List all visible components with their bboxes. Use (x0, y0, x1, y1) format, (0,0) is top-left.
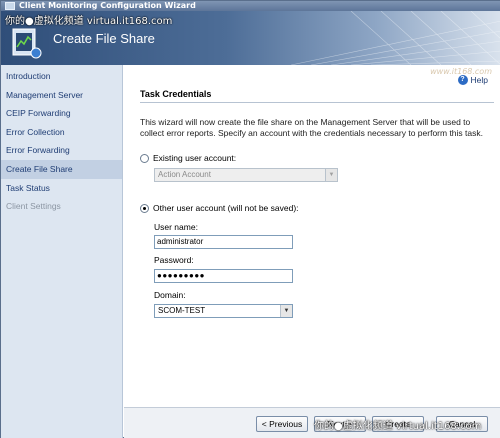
nav-item-error-collection[interactable]: Error Collection (1, 123, 122, 142)
header-grid-decoration (291, 11, 500, 65)
nav-item-introduction[interactable]: Introduction (1, 67, 122, 86)
password-input[interactable]: ●●●●●●●●● (154, 269, 293, 283)
nav-item-task-status[interactable]: Task Status (1, 179, 122, 198)
help-icon: ? (457, 75, 468, 85)
existing-account-radio[interactable]: Existing user account: (140, 153, 236, 163)
main-panel: www.it168.com ? Help Task Credentials Th… (124, 65, 500, 407)
existing-account-label: Existing user account: (153, 153, 237, 163)
help-link[interactable]: ? Help (457, 75, 488, 85)
domain-dropdown[interactable]: SCOM-TEST ▼ (154, 304, 293, 318)
section-title: Task Credentials (140, 89, 212, 99)
username-label: User name: (154, 222, 198, 232)
existing-account-dropdown: Action Account ▼ (154, 168, 338, 182)
domain-label: Domain: (154, 290, 186, 300)
existing-account-value: Action Account (158, 170, 211, 179)
page-title: Create File Share (53, 31, 155, 46)
monitor-chart-icon (12, 28, 42, 59)
watermark-text: 你的●虚拟化频道 virtual.it168.com (5, 16, 173, 27)
radio-button-checked[interactable] (140, 203, 149, 213)
section-divider (140, 102, 494, 103)
other-account-label: Other user account (will not be saved): (153, 203, 299, 213)
wizard-steps-nav: Introduction Management Server CEIP Forw… (1, 65, 123, 438)
watermark-text-bottom: 你的●虚拟化频道 virtual.it168.com (314, 421, 482, 432)
title-bar[interactable]: Client Monitoring Configuration Wizard (1, 1, 500, 11)
chevron-down-icon[interactable]: ▼ (280, 305, 292, 317)
description-text: This wizard will now create the file sha… (140, 117, 483, 138)
app-icon (5, 2, 15, 10)
nav-item-ceip-forwarding[interactable]: CEIP Forwarding (1, 104, 122, 123)
nav-item-client-settings: Client Settings (6, 201, 61, 212)
domain-value: SCOM-TEST (158, 306, 206, 315)
chevron-down-icon: ▼ (325, 169, 337, 181)
window-title: Client Monitoring Configuration Wizard (19, 1, 196, 10)
nav-item-management-server[interactable]: Management Server (1, 86, 122, 105)
nav-item-create-file-share[interactable]: Create File Share (1, 159, 122, 179)
other-account-radio[interactable]: Other user account (will not be saved): (140, 203, 299, 213)
username-input[interactable]: administrator (154, 235, 293, 249)
help-label: Help (470, 75, 488, 85)
radio-button-unchecked[interactable] (140, 153, 149, 163)
password-label: Password: (154, 255, 194, 265)
nav-item-error-forwarding[interactable]: Error Forwarding (1, 141, 122, 160)
previous-button[interactable]: < Previous (256, 416, 308, 432)
wizard-window: Client Monitoring Configuration Wizard C… (0, 0, 500, 438)
